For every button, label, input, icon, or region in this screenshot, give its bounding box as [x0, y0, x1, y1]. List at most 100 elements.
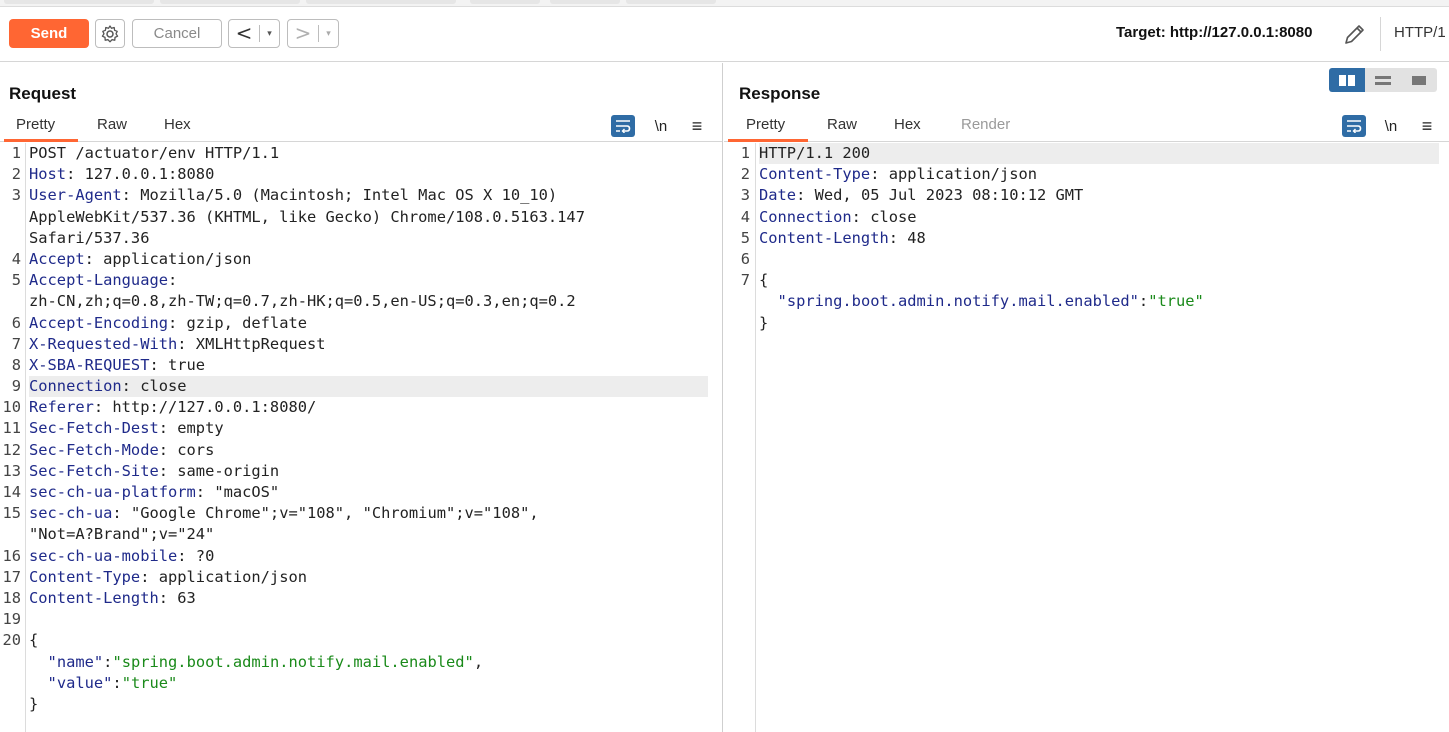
code-line[interactable]: 13 Sec-Fetch-Site: same-origin — [0, 461, 722, 482]
code-line[interactable]: 5 Accept-Language: — [0, 270, 722, 291]
tab-ghost[interactable] — [626, 0, 716, 4]
response-editor[interactable]: 1 HTTP/1.1 200 2 Content-Type: application/… — [724, 143, 1449, 732]
chevron-down-icon[interactable]: ▾ — [319, 29, 338, 39]
code-line[interactable]: 9 Connection: close — [0, 376, 722, 398]
code-line[interactable]: 3 User-Agent: Mozilla/5.0 (Macintosh; Int… — [0, 185, 722, 206]
back-button[interactable]: < ▾ — [228, 19, 280, 48]
code-line[interactable]: 5 Content-Length: 48 — [724, 228, 1449, 249]
chevron-down-icon[interactable]: ▾ — [260, 29, 279, 39]
code-line[interactable]: 11 Sec-Fetch-Dest: empty — [0, 418, 722, 439]
code-line[interactable]: 16 sec-ch-ua-mobile: ?0 — [0, 546, 722, 567]
code-line[interactable]: 1 POST /actuator/env HTTP/1.1 — [0, 143, 722, 164]
columns-icon — [1339, 74, 1355, 86]
menu-icon[interactable]: ≡ — [1418, 115, 1436, 137]
code-line[interactable]: 7{ — [724, 270, 1449, 291]
rows-icon — [1375, 75, 1391, 85]
code-line[interactable]: Safari/537.36 — [0, 228, 722, 249]
code-line[interactable]: 19 — [0, 609, 722, 630]
code-line[interactable]: 4 Accept: application/json — [0, 249, 722, 270]
code-text: Accept-Encoding: gzip, deflate — [29, 313, 307, 334]
back-arrow-icon[interactable]: < — [229, 20, 259, 47]
code-line[interactable]: 6 Accept-Encoding: gzip, deflate — [0, 313, 722, 334]
code-line[interactable]: 17 Content-Type: application/json — [0, 567, 722, 588]
code-text: User-Agent: Mozilla/5.0 (Macintosh; Inte… — [29, 185, 557, 206]
code-token: : 63 — [158, 588, 196, 607]
code-token: { — [29, 631, 39, 650]
tab-ghost[interactable] — [550, 0, 620, 4]
tab-raw[interactable]: Raw — [97, 116, 127, 133]
code-line[interactable]: 14 sec-ch-ua-platform: "macOS" — [0, 482, 722, 503]
layout-stacked-button[interactable] — [1365, 68, 1401, 92]
code-token: : "Google Chrome";v="108", "Chromium";v=… — [112, 504, 539, 523]
line-number: 5 — [740, 228, 750, 247]
code-line[interactable]: 1 HTTP/1.1 200 — [724, 143, 1449, 165]
line-number: 8 — [11, 355, 21, 374]
code-text: Date: Wed, 05 Jul 2023 08:10:12 GMT — [759, 185, 1083, 206]
code-line[interactable]: zh-CN,zh;q=0.8,zh-TW;q=0.7,zh-HK;q=0.5,e… — [0, 291, 722, 312]
menu-icon[interactable]: ≡ — [688, 115, 706, 137]
settings-button[interactable] — [95, 19, 125, 48]
pencil-icon[interactable] — [1340, 21, 1368, 49]
code-line[interactable]: 7 X-Requested-With: XMLHttpRequest — [0, 334, 722, 355]
code-line[interactable]: "name":"spring.boot.admin.notify.mail.en… — [0, 652, 722, 673]
code-line[interactable]: } — [0, 694, 722, 715]
header-name: Referer — [29, 398, 94, 417]
request-editor[interactable]: 1 POST /actuator/env HTTP/1.1 2 Host: 127.0… — [0, 143, 722, 732]
wrap-lines-button[interactable] — [611, 115, 635, 137]
code-line[interactable]: 15 sec-ch-ua: "Google Chrome";v="108", "C… — [0, 503, 722, 524]
line-number: 4 — [11, 249, 21, 268]
header-name: Host — [29, 165, 67, 184]
wrap-lines-button[interactable] — [1342, 115, 1366, 137]
code-token: : — [112, 673, 122, 692]
wrap-icon — [616, 120, 631, 133]
response-subtabs: Pretty Raw Hex Render \n ≡ — [724, 112, 1449, 142]
code-line[interactable]: "value":"true" — [0, 673, 722, 694]
cancel-button[interactable]: Cancel — [132, 19, 222, 48]
tab-ghost[interactable] — [160, 0, 300, 4]
code-line[interactable]: 12 Sec-Fetch-Mode: cors — [0, 440, 722, 461]
code-line[interactable]: 10 Referer: http://127.0.0.1:8080/ — [0, 397, 722, 418]
code-line[interactable]: 2 Content-Type: application/json — [724, 164, 1449, 185]
string-value: "spring.boot.admin.notify.mail.enabled" — [112, 652, 474, 671]
code-token: : empty — [158, 419, 224, 438]
http-version-label[interactable]: HTTP/1 — [1394, 24, 1446, 41]
forward-button[interactable]: > ▾ — [287, 19, 339, 48]
code-line[interactable]: AppleWebKit/537.36 (KHTML, like Gecko) C… — [0, 207, 722, 228]
code-text: Sec-Fetch-Dest: empty — [29, 418, 224, 439]
tab-hex[interactable]: Hex — [894, 116, 921, 133]
code-line[interactable]: 20 { — [0, 630, 722, 651]
forward-arrow-icon[interactable]: > — [288, 20, 318, 47]
header-name: Sec-Fetch-Site — [29, 461, 159, 480]
line-number: 20 — [2, 631, 21, 650]
code-line[interactable]: 3 Date: Wed, 05 Jul 2023 08:10:12 GMT — [724, 185, 1449, 206]
code-line[interactable]: 2 Host: 127.0.0.1:8080 — [0, 164, 722, 185]
code-line[interactable]: 18 Content-Length: 63 — [0, 588, 722, 609]
layout-side-by-side-button[interactable] — [1329, 68, 1365, 92]
layout-single-button[interactable] — [1401, 68, 1437, 92]
code-line[interactable]: "spring.boot.admin.notify.mail.enabled":… — [724, 291, 1449, 312]
top-tab-strip — [0, 0, 1449, 7]
show-newlines-button[interactable]: \n — [652, 115, 670, 137]
tab-raw[interactable]: Raw — [827, 116, 857, 133]
tab-ghost[interactable] — [4, 0, 154, 4]
send-button[interactable]: Send — [9, 19, 89, 48]
tab-render[interactable]: Render — [961, 116, 1010, 133]
line-number: 17 — [2, 567, 21, 586]
code-text: "value":"true" — [29, 673, 178, 694]
tab-hex[interactable]: Hex — [164, 116, 191, 133]
tab-ghost[interactable] — [306, 0, 456, 4]
code-line[interactable]: 6 — [724, 249, 1449, 270]
show-newlines-button[interactable]: \n — [1382, 115, 1400, 137]
tab-ghost[interactable] — [470, 0, 540, 4]
line-number: 1 — [11, 144, 21, 162]
code-line[interactable]: "Not=A?Brand";v="24" — [0, 524, 722, 545]
code-line[interactable]: } — [724, 313, 1449, 334]
tab-pretty[interactable]: Pretty — [746, 116, 785, 133]
code-text: sec-ch-ua-platform: "macOS" — [29, 482, 279, 503]
code-line[interactable]: 4 Connection: close — [724, 207, 1449, 228]
code-token: : close — [121, 377, 187, 396]
tab-pretty[interactable]: Pretty — [16, 116, 55, 133]
code-token: : same-origin — [158, 461, 280, 480]
code-token: : http://127.0.0.1:8080/ — [93, 398, 317, 417]
code-line[interactable]: 8 X-SBA-REQUEST: true — [0, 355, 722, 376]
